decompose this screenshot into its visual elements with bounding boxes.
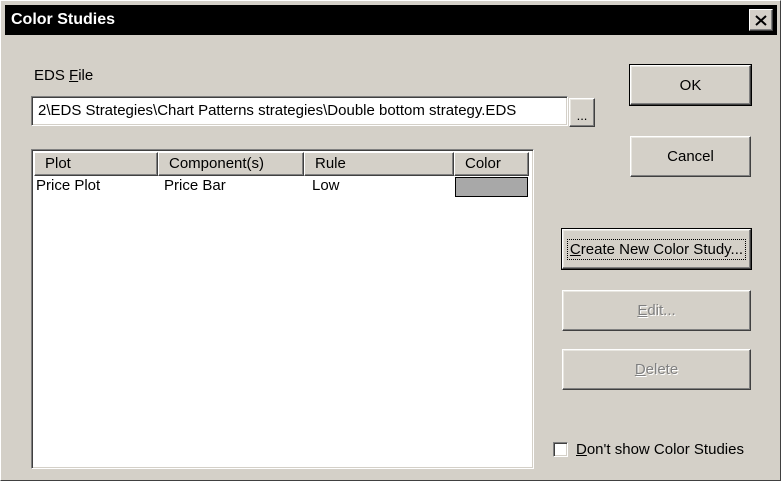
close-icon — [755, 14, 767, 26]
browse-button[interactable]: ... — [569, 98, 595, 127]
cancel-button[interactable]: Cancel — [630, 136, 751, 177]
close-button[interactable] — [749, 9, 773, 31]
color-swatch — [455, 177, 528, 197]
create-new-color-study-button[interactable]: Create New Color Study... — [561, 228, 752, 270]
table-row[interactable]: Price Plot Price Bar Low — [34, 176, 531, 198]
cell-plot: Price Plot — [36, 177, 101, 194]
cell-component: Price Bar — [164, 177, 226, 194]
eds-file-path-field[interactable]: 2\EDS Strategies\Chart Patterns strategi… — [31, 96, 568, 126]
column-header-rule[interactable]: Rule — [304, 152, 454, 176]
column-header-plot[interactable]: Plot — [34, 152, 158, 176]
title-bar: Color Studies — [5, 5, 777, 35]
cell-rule: Low — [312, 177, 340, 194]
window-title: Color Studies — [11, 11, 116, 28]
list-header: Plot Component(s) Rule Color — [34, 152, 531, 176]
column-header-components[interactable]: Component(s) — [158, 152, 304, 176]
eds-file-label: EDS File — [34, 67, 94, 84]
color-studies-list[interactable]: Plot Component(s) Rule Color Price Plot … — [31, 149, 534, 469]
dont-show-color-studies-checkbox[interactable] — [553, 441, 568, 457]
column-header-color[interactable]: Color — [454, 152, 529, 176]
dont-show-color-studies-label: Don't show Color Studies — [576, 440, 744, 458]
color-studies-dialog: Color Studies EDS File 2\EDS Strategies\… — [0, 0, 781, 481]
ok-button[interactable]: OK — [629, 64, 752, 106]
eds-file-path-value: 2\EDS Strategies\Chart Patterns strategi… — [38, 102, 517, 119]
edit-button[interactable]: Edit... — [562, 290, 751, 331]
delete-button[interactable]: Delete — [562, 349, 751, 390]
dont-show-color-studies-option[interactable]: Don't show Color Studies — [553, 439, 744, 459]
